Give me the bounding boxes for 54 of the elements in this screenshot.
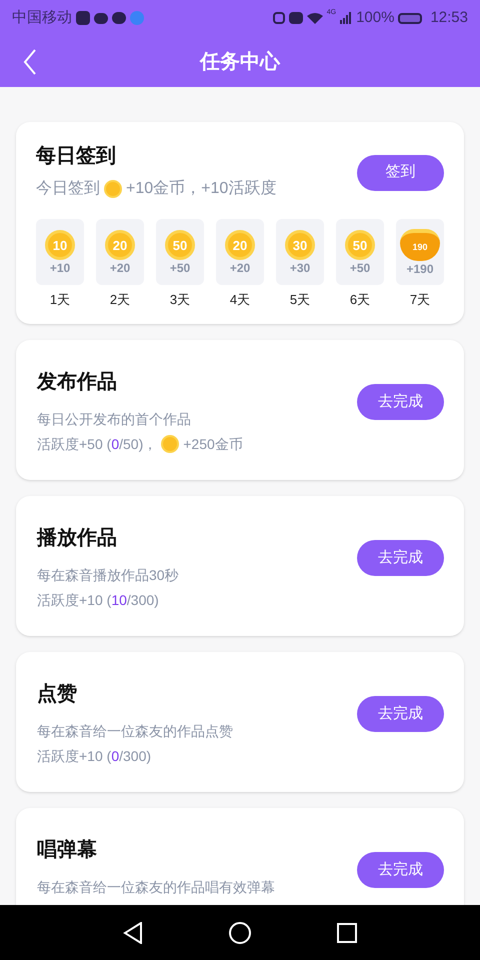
treasure-bag-icon: 190: [400, 229, 440, 261]
progress-text: 活跃度+10 (0/300): [37, 746, 152, 764]
complete-button[interactable]: 去完成: [357, 384, 444, 420]
day-label: 5天: [290, 293, 310, 306]
day-label: 7天: [410, 293, 430, 306]
day-label: 3天: [170, 293, 190, 306]
coin-icon: [104, 180, 122, 198]
coin-icon: 10: [45, 230, 75, 260]
checkin-title: 每日签到: [36, 144, 117, 169]
reward-tile: 30 +30: [276, 219, 324, 285]
reward-tile: 20 +20: [216, 219, 264, 285]
checkin-subtitle: 今日签到: [36, 179, 100, 199]
task-title: 发布作品: [37, 370, 118, 394]
back-icon: [23, 48, 37, 74]
progress-text: 活跃度+10 (10/300): [37, 590, 159, 608]
task-description: 每在森音给一位森友的作品点赞: [37, 722, 234, 740]
day-label: 1天: [50, 293, 70, 306]
coin-icon: [161, 434, 180, 452]
day-label: 4天: [230, 293, 250, 306]
wifi-icon: [306, 12, 323, 24]
reward-tile: 50 +50: [336, 219, 384, 285]
task-description: 每在森音给一位森友的作品唱有效弹幕: [37, 878, 276, 896]
coin-icon: 20: [225, 230, 255, 260]
signal-icon: [340, 12, 352, 24]
reward-tile: 190 +190: [396, 219, 444, 285]
checkin-reward-text: +10金币，+10活跃度: [126, 178, 276, 199]
home-icon[interactable]: [229, 922, 251, 944]
battery-percent: 100%: [356, 8, 394, 28]
task-title: 播放作品: [37, 526, 118, 550]
reward-tile: 20 +20: [96, 219, 144, 285]
clock-text: 12:53: [430, 8, 468, 28]
reward-tile: 50 +50: [156, 219, 204, 285]
checkin-button[interactable]: 签到: [357, 154, 444, 190]
complete-button[interactable]: 去完成: [357, 852, 444, 888]
coin-reward-text: +250金币: [183, 434, 243, 452]
coin-icon: 30: [285, 230, 315, 260]
complete-button[interactable]: 去完成: [357, 540, 444, 576]
page-title: 任务中心: [200, 50, 280, 74]
complete-button[interactable]: 去完成: [357, 696, 444, 732]
coin-icon: 50: [345, 230, 375, 260]
carrier-text: 中国移动: [12, 8, 72, 28]
task-description: 每在森音播放作品30秒: [37, 566, 180, 584]
reward-tile: 10 +10: [36, 219, 84, 285]
task-title: 点赞: [37, 682, 78, 706]
back-nav-icon[interactable]: [123, 922, 143, 944]
day-label: 2天: [110, 293, 130, 306]
task-description: 每日公开发布的首个作品: [37, 410, 192, 428]
coin-icon: 50: [165, 230, 195, 260]
task-title: 唱弹幕: [37, 838, 98, 862]
day-label: 6天: [350, 293, 370, 306]
progress-text: 活跃度+50 (0/50)，: [37, 434, 158, 452]
recents-icon[interactable]: [337, 922, 357, 942]
coin-icon: 20: [105, 230, 135, 260]
battery-icon: [398, 12, 422, 24]
